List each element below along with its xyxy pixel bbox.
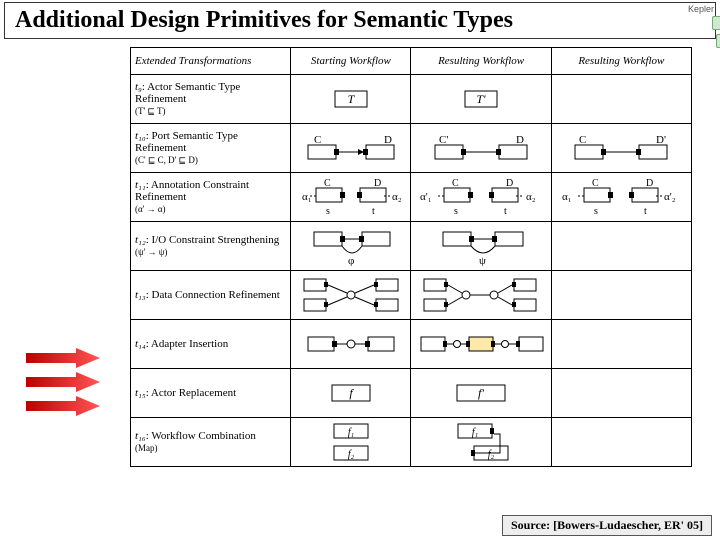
diagram-t11-start: C D α₁ α₂ s t xyxy=(291,173,411,222)
svg-text:α'₂: α'₂ xyxy=(664,191,676,203)
diagram-t12-result: ψ xyxy=(411,222,551,271)
svg-text:C: C xyxy=(592,178,599,189)
header-starting: Starting Workflow xyxy=(291,48,411,75)
diagram-t15-start: f xyxy=(291,369,411,418)
diagram-t16-start: f₁ f₂ xyxy=(291,418,411,467)
table-row-t14: t₁₄: Adapter Insertion xyxy=(131,320,692,369)
svg-text:f₁: f₁ xyxy=(472,427,478,438)
diagram-t10-start: CD xyxy=(291,124,411,173)
table-row-t16: t₁₆: Workflow Combination(Map) f₁ f₂ f₁ … xyxy=(131,418,692,467)
svg-text:t: t xyxy=(644,206,647,217)
diagram-t10-result1: C' D xyxy=(411,124,551,173)
svg-text:f₁: f₁ xyxy=(348,427,354,438)
header-transformations: Extended Transformations xyxy=(131,48,291,75)
svg-text:t: t xyxy=(372,206,375,217)
svg-text:D: D xyxy=(374,178,381,189)
svg-text:C: C xyxy=(324,178,331,189)
svg-text:f': f' xyxy=(478,386,484,400)
svg-text:C: C xyxy=(452,178,459,189)
table-row-t11: t₁₁: Annotation Constraint Refinement(α'… xyxy=(131,173,692,222)
svg-text:T': T' xyxy=(476,92,486,106)
diagram-t9-start: T xyxy=(291,75,411,124)
svg-text:D: D xyxy=(646,178,653,189)
svg-text:D: D xyxy=(384,134,392,146)
diagram-t13-result xyxy=(411,271,551,320)
svg-text:α₂: α₂ xyxy=(392,191,402,203)
svg-text:α'₁: α'₁ xyxy=(420,191,432,203)
svg-text:C: C xyxy=(314,134,321,146)
diagram-t12-start: φ xyxy=(291,222,411,271)
header-resulting-2: Resulting Workflow xyxy=(551,48,691,75)
arrow-icon xyxy=(22,396,102,416)
svg-text:D': D' xyxy=(656,134,666,146)
table-row-t12: t₁₂: I/O Constraint Strengthening(ψ' → ψ… xyxy=(131,222,692,271)
svg-text:φ: φ xyxy=(348,255,354,266)
table-row-t10: t₁₀: Port Semantic Type Refinement(C' ⊑ … xyxy=(131,124,692,173)
svg-text:t: t xyxy=(504,206,507,217)
svg-text:C: C xyxy=(579,134,586,146)
svg-text:α₁: α₁ xyxy=(302,191,312,203)
diagram-t11-result2: C D α₁ α'₂ s t xyxy=(551,173,691,222)
table-row-t13: t₁₃: Data Connection Refinement xyxy=(131,271,692,320)
table-row-t15: t₁₅: Actor Replacement f f' xyxy=(131,369,692,418)
page-title: Additional Design Primitives for Semanti… xyxy=(4,2,716,39)
svg-text:s: s xyxy=(326,206,330,217)
diagram-t14-result xyxy=(411,320,551,369)
diagram-t9-result: T' xyxy=(411,75,551,124)
diagram-t13-start xyxy=(291,271,411,320)
svg-text:D: D xyxy=(516,134,524,146)
table-row-t9: t₉: Actor Semantic Type Refinement(T' ⊑ … xyxy=(131,75,692,124)
svg-text:α₁: α₁ xyxy=(562,191,572,203)
svg-text:s: s xyxy=(454,206,458,217)
svg-text:f₂: f₂ xyxy=(348,449,355,460)
kepler-logo-text: Kepler xyxy=(688,4,714,14)
diagram-t16-result: f₁ f₂ xyxy=(411,418,551,467)
svg-text:C': C' xyxy=(439,134,448,146)
highlight-arrows xyxy=(22,344,102,420)
svg-text:s: s xyxy=(594,206,598,217)
primitives-table: Extended Transformations Starting Workfl… xyxy=(130,47,692,467)
diagram-t11-result1: C D α'₁ α₂ s t xyxy=(411,173,551,222)
source-citation: Source: [Bowers-Ludaescher, ER' 05] xyxy=(502,515,712,536)
header-resulting-1: Resulting Workflow xyxy=(411,48,551,75)
diagram-t10-result2: C D' xyxy=(551,124,691,173)
arrow-icon xyxy=(22,348,102,368)
svg-text:f₂: f₂ xyxy=(488,449,495,460)
svg-text:ψ: ψ xyxy=(479,255,486,266)
diagram-t14-start xyxy=(291,320,411,369)
table-header-row: Extended Transformations Starting Workfl… xyxy=(131,48,692,75)
svg-text:D: D xyxy=(506,178,513,189)
diagram-t15-result: f' xyxy=(411,369,551,418)
arrow-icon xyxy=(22,372,102,392)
svg-text:α₂: α₂ xyxy=(526,191,536,203)
